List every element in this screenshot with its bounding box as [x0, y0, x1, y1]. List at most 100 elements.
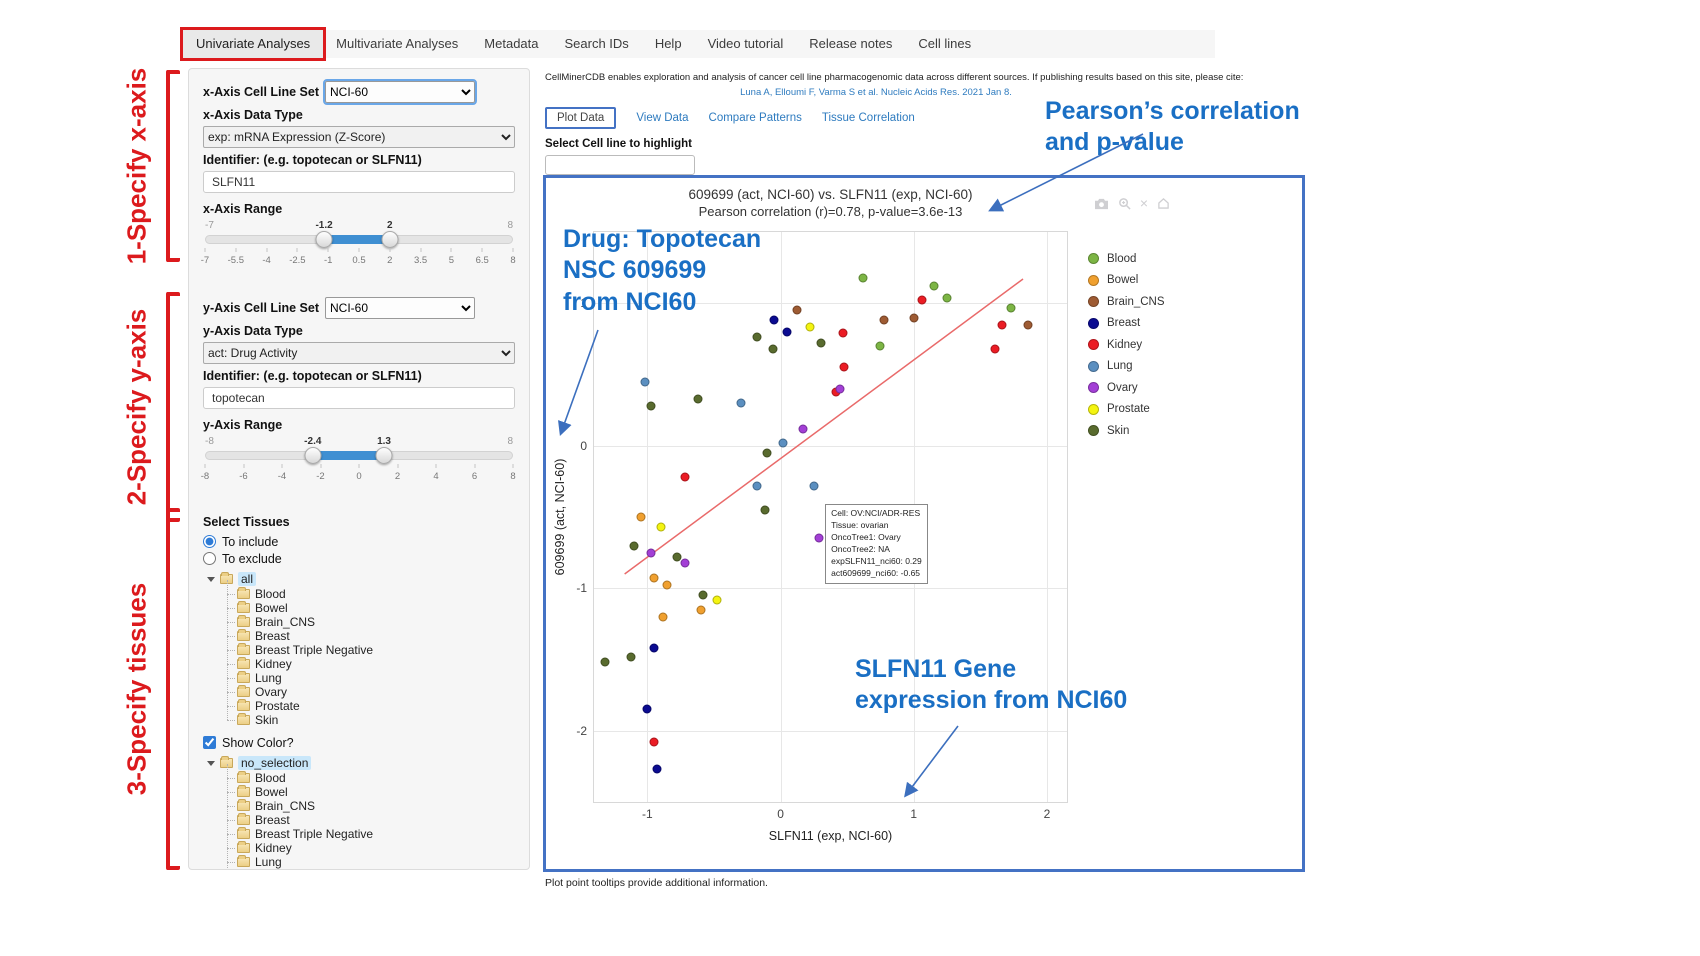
scatter-point-brain-cns[interactable]: [792, 306, 801, 315]
scatter-point-ovary[interactable]: [680, 558, 689, 567]
scatter-point-kidney[interactable]: [649, 738, 658, 747]
reset-axes-icon[interactable]: [1157, 197, 1170, 209]
tree-item-kidney[interactable]: Kidney: [223, 841, 515, 855]
y-axis-data-type-select[interactable]: act: Drug Activity: [203, 342, 515, 364]
nav-tab-release-notes[interactable]: Release notes: [796, 30, 905, 58]
tree-item-ovary[interactable]: Ovary: [223, 685, 515, 699]
slider-handle-from[interactable]: [305, 447, 322, 464]
legend-entry-breast[interactable]: Breast: [1088, 313, 1165, 335]
scatter-point-lung[interactable]: [752, 481, 761, 490]
nav-tab-help[interactable]: Help: [642, 30, 695, 58]
scatter-point-lung[interactable]: [736, 399, 745, 408]
scatter-point-skin[interactable]: [693, 394, 702, 403]
nav-tab-search-ids[interactable]: Search IDs: [552, 30, 642, 58]
legend-entry-ovary[interactable]: Ovary: [1088, 377, 1165, 399]
legend-entry-brain-cns[interactable]: Brain_CNS: [1088, 291, 1165, 313]
nav-tab-video-tutorial[interactable]: Video tutorial: [695, 30, 797, 58]
radio-to-exclude[interactable]: To exclude: [203, 550, 515, 567]
tree-item-breast-triple-negative[interactable]: Breast Triple Negative: [223, 827, 515, 841]
legend-entry-skin[interactable]: Skin: [1088, 420, 1165, 442]
x-axis-cell-line-set-select[interactable]: NCI-60: [325, 81, 475, 103]
scatter-point-prostate[interactable]: [656, 522, 665, 531]
scatter-point-blood[interactable]: [929, 282, 938, 291]
to-include-radio[interactable]: [203, 535, 216, 548]
scatter-point-skin[interactable]: [672, 552, 681, 561]
scatter-point-blood[interactable]: [943, 293, 952, 302]
scatter-point-bowel[interactable]: [636, 513, 645, 522]
scatter-point-ovary[interactable]: [647, 548, 656, 557]
scatter-point-brain-cns[interactable]: [1024, 320, 1033, 329]
scatter-point-bowel[interactable]: [659, 612, 668, 621]
scatter-point-ovary[interactable]: [815, 534, 824, 543]
scatter-point-breast[interactable]: [769, 316, 778, 325]
tree-item-blood[interactable]: Blood: [223, 771, 515, 785]
scatter-point-breast[interactable]: [643, 705, 652, 714]
scatter-point-skin[interactable]: [760, 505, 769, 514]
slider-handle-to[interactable]: [375, 447, 392, 464]
tree-expand-icon[interactable]: [207, 761, 215, 766]
slider-track[interactable]: [205, 451, 513, 460]
scatter-point-blood[interactable]: [876, 342, 885, 351]
scatter-point-breast[interactable]: [652, 765, 661, 774]
scatter-point-kidney[interactable]: [840, 363, 849, 372]
scatter-point-bowel[interactable]: [649, 574, 658, 583]
tree-item-kidney[interactable]: Kidney: [223, 657, 515, 671]
scatter-point-skin[interactable]: [768, 344, 777, 353]
tree-expand-icon[interactable]: [207, 577, 215, 582]
scatter-point-ovary[interactable]: [799, 424, 808, 433]
tree-root-no-selection[interactable]: no_selection: [207, 755, 515, 771]
camera-icon[interactable]: [1094, 197, 1109, 210]
scatter-point-kidney[interactable]: [991, 344, 1000, 353]
scatter-point-lung[interactable]: [640, 377, 649, 386]
nav-tab-metadata[interactable]: Metadata: [471, 30, 551, 58]
slider-track[interactable]: [205, 235, 513, 244]
highlight-cell-line-input[interactable]: [545, 155, 695, 175]
tree-item-brain-cns[interactable]: Brain_CNS: [223, 615, 515, 629]
scatter-point-bowel[interactable]: [696, 605, 705, 614]
y-axis-identifier-input[interactable]: [203, 387, 515, 409]
scatter-point-skin[interactable]: [627, 652, 636, 661]
scatter-point-kidney[interactable]: [917, 296, 926, 305]
y-axis-cell-line-set-select[interactable]: NCI-60: [325, 297, 475, 319]
scatter-point-brain-cns[interactable]: [880, 316, 889, 325]
x-axis-identifier-input[interactable]: [203, 171, 515, 193]
scatter-point-brain-cns[interactable]: [909, 313, 918, 322]
scatter-point-blood[interactable]: [1007, 303, 1016, 312]
tree-root-all[interactable]: all: [207, 571, 515, 587]
show-color-row[interactable]: Show Color?: [203, 734, 515, 751]
x-axis-data-type-select[interactable]: exp: mRNA Expression (Z-Score): [203, 126, 515, 148]
nav-tab-cell-lines[interactable]: Cell lines: [905, 30, 984, 58]
scatter-point-skin[interactable]: [763, 448, 772, 457]
scatter-point-bowel[interactable]: [663, 581, 672, 590]
tree-item-breast[interactable]: Breast: [223, 813, 515, 827]
scatter-point-skin[interactable]: [647, 401, 656, 410]
tree-item-breast-triple-negative[interactable]: Breast Triple Negative: [223, 643, 515, 657]
slider-handle-to[interactable]: [381, 231, 398, 248]
nav-tab-univariate-analyses[interactable]: Univariate Analyses: [183, 30, 323, 58]
scatter-point-skin[interactable]: [629, 541, 638, 550]
scatter-point-prostate[interactable]: [805, 323, 814, 332]
legend-entry-kidney[interactable]: Kidney: [1088, 334, 1165, 356]
scatter-point-kidney[interactable]: [680, 473, 689, 482]
tree-item-breast[interactable]: Breast: [223, 629, 515, 643]
tree-item-bowel[interactable]: Bowel: [223, 601, 515, 615]
scatter-point-skin[interactable]: [816, 339, 825, 348]
nav-tab-multivariate-analyses[interactable]: Multivariate Analyses: [323, 30, 471, 58]
scatter-point-kidney[interactable]: [997, 320, 1006, 329]
scatter-point-lung[interactable]: [779, 438, 788, 447]
legend-entry-blood[interactable]: Blood: [1088, 248, 1165, 270]
zoom-icon[interactable]: [1118, 197, 1131, 210]
scatter-point-skin[interactable]: [600, 658, 609, 667]
scatter-point-skin[interactable]: [699, 591, 708, 600]
tree-item-skin[interactable]: Skin: [223, 713, 515, 727]
scatter-point-kidney[interactable]: [839, 329, 848, 338]
show-color-checkbox[interactable]: [203, 736, 216, 749]
scatter-point-breast[interactable]: [649, 644, 658, 653]
tree-item-lung[interactable]: Lung: [223, 671, 515, 685]
tab-tissue-correlation[interactable]: Tissue Correlation: [822, 112, 915, 124]
tree-item-lung[interactable]: Lung: [223, 855, 515, 869]
radio-to-include[interactable]: To include: [203, 533, 515, 550]
scatter-point-skin[interactable]: [752, 333, 761, 342]
tree-item-blood[interactable]: Blood: [223, 587, 515, 601]
scatter-point-prostate[interactable]: [712, 595, 721, 604]
